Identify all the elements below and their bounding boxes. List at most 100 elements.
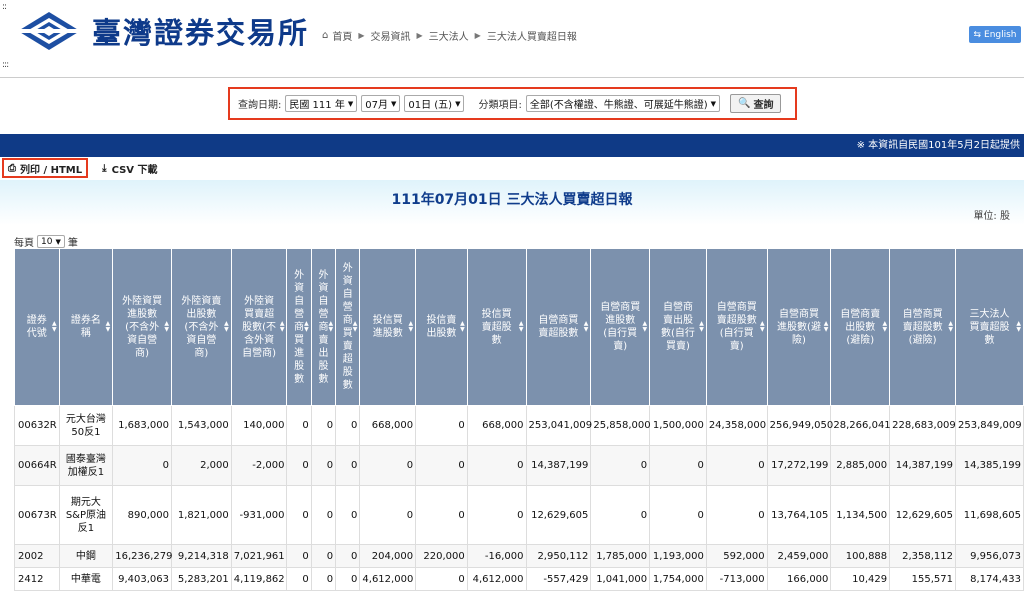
category-select[interactable]: 全部(不含權證、牛熊證、可展延牛熊證) ▼ [525,95,721,112]
value-cell: 0 [286,445,312,486]
year-select-value: 民國 111 年 [289,100,345,111]
table-header-row: 證券 代號 ▲ ▼ 證券名稱 ▲ ▼ 外陸資買 進股數 (不含外 資自營 商) ▲ ▼ 外陸資賣 出股數 (不含… [14,248,1024,406]
value-cell: 204,000 [359,544,417,568]
value-cell: 5,283,201 [171,567,232,591]
print-html-button[interactable]: ⎙ 列印 / HTML [2,158,89,178]
table-row[interactable]: 2002 中鋼 16,236,279 9,214,318 7,021,961 0 0 0 204… [14,544,1024,568]
stock-name-cell: 中鋼 [58,544,114,568]
value-cell: 0 [649,485,707,545]
column-header[interactable]: 投信賣 出股數 ▲ ▼ [415,248,468,406]
chevron-down-icon: ▼ [347,99,354,108]
column-header[interactable]: 外資自營商買賣超股數 ▲ ▼ [335,248,361,406]
breadcrumb-separator-icon: ▶ [416,31,423,40]
value-cell: 9,403,063 [112,567,172,591]
day-select[interactable]: 01日 (五) ▼ [404,95,465,112]
csv-download-button[interactable]: ⤓ CSV 下載 [102,161,157,176]
value-cell: 155,571 [889,567,956,591]
table-row[interactable]: 2412 中華電 9,403,063 5,283,201 4,119,862 0 0 0 4,6… [14,567,1024,591]
column-header[interactable]: 外資自營商買進股數 ▲ ▼ [286,248,312,406]
column-header[interactable]: 外陸資 買賣超 股數(不 含外資 自營商) ▲ ▼ [230,248,288,406]
value-cell: -931,000 [230,485,288,545]
home-icon[interactable]: ⌂ [322,30,328,41]
sort-icon: ▲ ▼ [1016,320,1021,333]
column-header[interactable]: 三大法人 買賣超股數 ▲ ▼ [955,248,1024,406]
per-page-select[interactable]: 10 ▼ [37,235,65,248]
value-cell: 220,000 [415,544,468,568]
day-select-value: 01日 (五) [408,100,453,111]
column-header[interactable]: 投信買 進股數 ▲ ▼ [359,248,417,406]
value-cell: 12,629,605 [525,485,592,545]
month-select[interactable]: 07月 ▼ [361,95,401,112]
search-icon: 🔍 [738,98,751,109]
column-header[interactable]: 投信買 賣超股數 ▲ ▼ [466,248,527,406]
value-cell: 0 [415,567,468,591]
column-header[interactable]: 外資自營商賣出股數 ▲ ▼ [310,248,337,406]
column-header[interactable]: 自營商買 賣超股數 ▲ ▼ [525,248,592,406]
column-header[interactable]: 自營商買 進股數 (自行買 賣) ▲ ▼ [590,248,651,406]
per-page-label: 每頁 [14,238,34,249]
sort-icon: ▲ ▼ [948,320,953,333]
value-cell: 253,041,009 [525,405,592,446]
value-cell: 0 [466,445,527,486]
sort-icon: ▲ ▼ [823,320,829,333]
sort-icon: ▲ ▼ [518,320,524,333]
csv-button-label: CSV 下載 [111,164,158,176]
chevron-down-icon: ▼ [710,99,717,108]
breadcrumb: ⌂ 首頁 ▶ 交易資訊 ▶ 三大法人 ▶ 三大法人買賣超日報 [322,28,577,43]
english-button[interactable]: ⇆ English [969,26,1021,43]
value-cell: 1,500,000 [649,405,707,446]
table-row[interactable]: 00664R 國泰臺灣 加權反1 0 2,000 -2,000 0 0 0 0 0 0 14,387,1… [14,445,1024,486]
sort-icon: ▲ ▼ [460,320,465,333]
column-header[interactable]: 自營商買 賣超股數 (自行買 賣) ▲ ▼ [705,248,768,406]
column-header[interactable]: 外陸資買 進股數 (不含外 資自營 商) ▲ ▼ [112,248,172,406]
sort-icon: ▲ ▼ [164,320,169,333]
value-cell: 1,134,500 [830,485,891,545]
column-header[interactable]: 自營商賣 出股數 (避險) ▲ ▼ [830,248,891,406]
value-cell: 256,949,050 [766,405,833,446]
value-cell: 2,459,000 [766,544,832,568]
breadcrumb-trading-info[interactable]: 交易資訊 [371,28,411,43]
value-cell: 592,000 [705,544,768,568]
column-header[interactable]: 自營商買 賣超股數 (避險) ▲ ▼ [889,248,956,406]
value-cell: 0 [310,445,337,486]
value-cell: 14,385,199 [955,445,1024,486]
table-row[interactable]: 00632R 元大台灣 50反1 1,683,000 1,543,000 140,000 0… [14,405,1024,446]
breadcrumb-institutional[interactable]: 三大法人 [429,28,469,43]
value-cell: 4,119,862 [230,567,288,591]
value-cell: 2,950,112 [525,544,592,568]
breadcrumb-separator-icon: ▶ [358,31,365,40]
data-table-container: 證券 代號 ▲ ▼ 證券名稱 ▲ ▼ 外陸資買 進股數 (不含外 資自營 商) ▲ ▼ 外陸資賣 出股數 (不含… [14,248,1024,591]
column-header[interactable]: 證券名稱 ▲ ▼ [58,248,114,406]
column-header[interactable]: 證券 代號 ▲ ▼ [14,248,60,406]
value-cell: 668,000 [466,405,527,446]
value-cell: -713,000 [705,567,768,591]
value-cell: -16,000 [466,544,527,568]
unit-label: 單位: 股 [973,211,1010,222]
value-cell: 24,358,000 [705,405,768,446]
value-cell: 0 [335,544,361,568]
twse-logo[interactable]: 臺灣證券交易所 [14,10,309,52]
breadcrumb-home[interactable]: 首頁 [332,28,352,43]
breadcrumb-current: 三大法人買賣超日報 [486,32,577,43]
column-header[interactable]: 外陸資賣 出股數 (不含外 資自營 商) ▲ ▼ [171,248,232,406]
value-cell: 0 [415,485,468,545]
printer-icon: ⎙ [8,162,16,174]
stock-code-cell: 2002 [14,544,60,568]
column-header[interactable]: 自營商 賣出股 數(自行 買賣) ▲ ▼ [649,248,707,406]
value-cell: 2,358,112 [889,544,956,568]
value-cell: 0 [335,485,361,545]
value-cell: 13,764,105 [766,485,832,545]
per-page-suffix: 筆 [67,238,78,249]
value-cell: 0 [112,445,172,486]
category-select-value: 全部(不含權證、牛熊證、可展延牛熊證) [529,100,708,111]
value-cell: 166,000 [766,567,832,591]
table-row[interactable]: 00673R 期元大 S&P原油 反1 890,000 1,821,000 -931,000… [14,485,1024,545]
column-header[interactable]: 自營商買 進股數(避 險) ▲ ▼ [766,248,832,406]
query-button[interactable]: 🔍 查詢 [730,94,782,113]
sort-icon: ▲ ▼ [642,320,648,333]
value-cell: 28,266,041 [830,405,891,446]
year-select[interactable]: 民國 111 年 ▼ [285,95,358,112]
value-cell: 11,698,605 [955,485,1024,545]
value-cell: 1,785,000 [590,544,651,568]
value-cell: 0 [335,405,361,446]
